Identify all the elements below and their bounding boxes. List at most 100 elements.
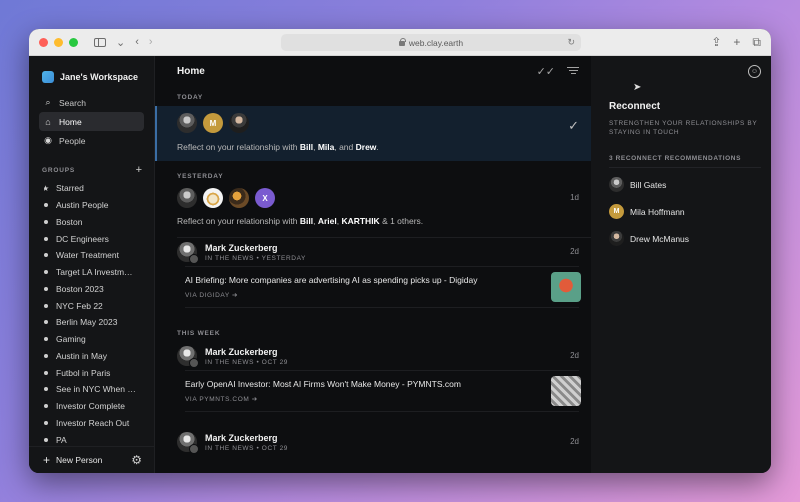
bullet-icon: [44, 370, 48, 375]
article-source-link[interactable]: VIA DIGIDAY ➔: [185, 291, 477, 299]
news-card[interactable]: Mark Zuckerberg IN THE NEWS • OCT 29 2d …: [155, 342, 591, 420]
search-icon: ⌕: [45, 97, 51, 107]
group-label: Boston: [56, 216, 83, 227]
group-item[interactable]: Investor Complete: [44, 398, 154, 415]
reflect-text: Reflect on your relationship with Bill, …: [177, 216, 424, 226]
forward-arrow-icon[interactable]: ›: [149, 36, 153, 48]
group-item[interactable]: ★ Starred: [44, 180, 154, 197]
group-label: Austin in May: [56, 350, 108, 361]
group-item[interactable]: Austin People: [44, 197, 154, 214]
group-item[interactable]: Target LA Investm…: [44, 264, 154, 281]
news-article[interactable]: AI Briefing: More companies are advertis…: [185, 266, 581, 308]
sidebar-toggle-icon[interactable]: [94, 37, 106, 47]
bullet-icon: [44, 203, 48, 208]
news-article[interactable]: Early OpenAI Investor: Most AI Firms Won…: [185, 370, 581, 412]
left-sidebar: Jane's Workspace ⌕ Search ⌂ Home ◉ Peopl…: [29, 56, 155, 473]
bullet-icon: [44, 236, 48, 241]
chevron-down-icon[interactable]: ⌄: [116, 36, 125, 49]
bullet-icon: [44, 387, 48, 392]
new-person-button[interactable]: + New Person: [43, 453, 102, 467]
workspace-name: Jane's Workspace: [60, 72, 139, 82]
age-label: 1d: [570, 193, 579, 202]
minimize-window-button[interactable]: [54, 37, 63, 47]
article-source-link[interactable]: VIA PYMNTS.COM ➔: [185, 395, 461, 403]
nav-item-home[interactable]: ⌂ Home: [39, 112, 144, 131]
article-title: AI Briefing: More companies are advertis…: [185, 275, 478, 285]
recommendation-item[interactable]: Bill Gates: [609, 171, 771, 198]
avatar-ariel: [203, 188, 223, 208]
group-item[interactable]: Berlin May 2023: [44, 314, 154, 331]
news-person-name: Mark Zuckerberg: [205, 242, 278, 253]
news-subtitle: IN THE NEWS • OCT 29: [205, 444, 289, 452]
avatar-mark-zuckerberg: [177, 432, 199, 454]
new-tab-icon[interactable]: +: [733, 35, 740, 49]
news-card[interactable]: Mark Zuckerberg IN THE NEWS • OCT 29 2d: [155, 428, 591, 468]
zoom-window-button[interactable]: [69, 37, 78, 47]
avatar-drew: [229, 113, 249, 133]
recommendation-item[interactable]: Drew McManus: [609, 225, 771, 252]
recommendation-name: Drew McManus: [630, 233, 690, 244]
group-label: Gaming: [56, 334, 86, 345]
close-window-button[interactable]: [39, 37, 48, 47]
address-bar[interactable]: web.clay.earth ↻: [281, 34, 581, 51]
reflect-text: Reflect on your relationship with Bill, …: [177, 142, 379, 152]
gear-icon[interactable]: ⚙: [131, 453, 142, 467]
workspace-switcher[interactable]: Jane's Workspace: [29, 56, 154, 89]
mark-all-done-icon[interactable]: ✓✓: [537, 65, 555, 78]
section-today: TODAY: [177, 93, 204, 101]
group-item[interactable]: Gaming: [44, 331, 154, 348]
sidebar-footer: + New Person ⚙: [29, 446, 154, 473]
add-group-icon[interactable]: +: [136, 164, 142, 176]
nav-item-people[interactable]: ◉ People: [39, 131, 144, 150]
article-title: Early OpenAI Investor: Most AI Firms Won…: [185, 379, 461, 389]
avatar-x: X: [255, 188, 275, 208]
group-item[interactable]: Boston 2023: [44, 281, 154, 298]
news-person-name: Mark Zuckerberg: [205, 432, 278, 443]
group-item[interactable]: Water Treatment: [44, 247, 154, 264]
recommendation-count: 3 RECONNECT RECOMMENDATIONS: [609, 155, 742, 162]
article-thumbnail: [551, 376, 581, 406]
people-icon: ◉: [44, 135, 52, 145]
group-item[interactable]: NYC Feb 22: [44, 297, 154, 314]
group-label: Starred: [56, 183, 84, 194]
browser-toolbar: ⌄ ‹ › web.clay.earth ↻ ⇪ + ⧉: [29, 29, 771, 56]
avatar-mark-zuckerberg: [177, 242, 199, 264]
group-item[interactable]: See in NYC When …: [44, 381, 154, 398]
back-arrow-icon[interactable]: ‹: [135, 36, 139, 48]
news-card[interactable]: Mark Zuckerberg IN THE NEWS • YESTERDAY …: [155, 238, 591, 316]
check-icon[interactable]: ✓: [568, 118, 579, 134]
reflect-card[interactable]: X Reflect on your relationship with Bill…: [155, 183, 591, 237]
divider: [609, 167, 761, 168]
reload-icon[interactable]: ↻: [567, 37, 575, 48]
recommendation-name: Bill Gates: [630, 179, 667, 190]
home-feed: Home ✓✓ TODAY M Reflect on your relation…: [155, 56, 591, 473]
avatar-bill: [177, 113, 197, 133]
new-person-label: New Person: [56, 455, 103, 465]
share-icon[interactable]: ⇪: [711, 35, 721, 49]
recommendation-item[interactable]: M Mila Hoffmann: [609, 198, 771, 225]
groups-list: ★ Starred Austin People Boston DC Enginee…: [29, 177, 154, 448]
reflect-card[interactable]: M Reflect on your relationship with Bill…: [155, 106, 591, 161]
tab-overview-icon[interactable]: ⧉: [752, 35, 761, 50]
group-item[interactable]: DC Engineers: [44, 230, 154, 247]
group-label: Futbol in Paris: [56, 367, 111, 378]
recommendation-name: Mila Hoffmann: [630, 206, 685, 217]
group-label: DC Engineers: [56, 233, 109, 244]
bullet-icon: [44, 353, 48, 358]
group-item[interactable]: Boston: [44, 214, 154, 231]
filter-icon[interactable]: [567, 65, 579, 78]
group-label: Boston 2023: [56, 283, 104, 294]
primary-nav: ⌕ Search ⌂ Home ◉ People: [29, 89, 154, 150]
nav-item-search[interactable]: ⌕ Search: [39, 93, 144, 112]
bullet-icon: [44, 337, 48, 342]
browser-window: ⌄ ‹ › web.clay.earth ↻ ⇪ + ⧉ Jane's Work…: [29, 29, 771, 473]
group-item[interactable]: Austin in May: [44, 348, 154, 365]
news-subtitle: IN THE NEWS • OCT 29: [205, 358, 289, 366]
bullet-icon: [44, 270, 48, 275]
profile-smiley-icon[interactable]: ☺: [748, 64, 761, 78]
group-item[interactable]: Futbol in Paris: [44, 364, 154, 381]
avatar-bill-gates: [609, 177, 624, 192]
group-label: Berlin May 2023: [56, 317, 118, 328]
group-item[interactable]: Investor Reach Out: [44, 415, 154, 432]
bullet-icon: [44, 320, 48, 325]
